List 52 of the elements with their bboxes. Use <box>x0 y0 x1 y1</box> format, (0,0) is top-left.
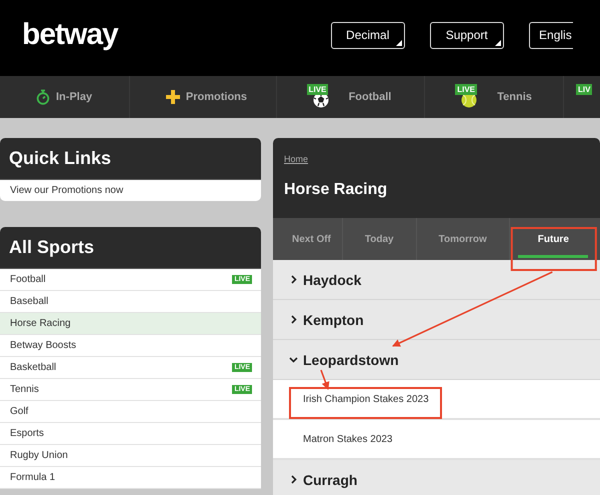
nav-link[interactable]: Tennis <box>497 91 532 103</box>
sport-name: Esports <box>10 428 44 439</box>
meeting-name: Curragh <box>303 472 358 488</box>
sport-item[interactable]: Esports <box>0 423 261 445</box>
header-button[interactable]: Decimal <box>330 22 405 48</box>
header-button[interactable]: Englis <box>528 22 573 48</box>
sport-name: Basketball <box>10 362 56 373</box>
meeting-name: Haydock <box>303 272 362 288</box>
selected-underline <box>518 255 588 258</box>
chevron-down-icon <box>289 355 298 364</box>
live-badge: LIV <box>576 84 592 95</box>
meeting-name: Kempton <box>303 312 364 328</box>
football-icon <box>312 92 329 108</box>
meeting-name: Leopardstown <box>303 352 399 368</box>
sport-item[interactable]: Horse Racing <box>0 313 261 335</box>
meeting-header[interactable]: Kempton <box>273 300 600 340</box>
breadcrumb-link[interactable]: Home <box>284 154 308 164</box>
race-event[interactable]: Irish Champion Stakes 2023 <box>273 380 600 420</box>
date-tab[interactable]: Next Off <box>281 218 342 260</box>
sport-item[interactable]: Golf <box>0 401 261 423</box>
sport-item[interactable]: Formula 1 <box>0 467 261 489</box>
meeting-header[interactable]: Haydock <box>273 260 600 300</box>
stopwatch-icon <box>36 89 50 105</box>
sport-name: Formula 1 <box>10 472 56 483</box>
meeting-header[interactable]: Curragh <box>273 460 600 495</box>
chevron-right-icon <box>289 315 298 324</box>
nav-link[interactable]: Promotions <box>186 91 248 103</box>
nav-link[interactable]: Football <box>348 91 392 103</box>
sport-item[interactable]: Betway Boosts <box>0 335 261 357</box>
chevron-right-icon <box>289 275 298 284</box>
live-badge: LIVE <box>306 84 328 95</box>
quick-link[interactable]: View our Promotions now <box>0 180 261 201</box>
meeting-header[interactable]: Leopardstown <box>273 340 600 380</box>
sport-name: Betway Boosts <box>10 340 76 351</box>
nav-link[interactable]: In-Play <box>56 91 92 103</box>
page-title: Horse Racing <box>284 181 388 199</box>
sport-name: Football <box>10 274 46 285</box>
header-button[interactable]: Support <box>430 22 504 48</box>
plus-icon <box>166 90 180 104</box>
sport-name: Golf <box>10 406 28 417</box>
live-badge: LIVE <box>455 84 478 95</box>
sport-name: Baseball <box>10 296 48 307</box>
logo[interactable]: betway <box>22 18 118 52</box>
chevron-right-icon <box>289 475 298 484</box>
tennis-icon <box>461 92 478 108</box>
card-title: Quick Links <box>0 138 261 180</box>
sport-item[interactable]: Rugby Union <box>0 445 261 467</box>
annotation-arrow <box>320 370 330 390</box>
card-title: All Sports <box>0 227 261 269</box>
sport-name: Tennis <box>10 384 39 395</box>
sport-name: Horse Racing <box>10 318 71 329</box>
sport-name: Rugby Union <box>10 450 68 461</box>
